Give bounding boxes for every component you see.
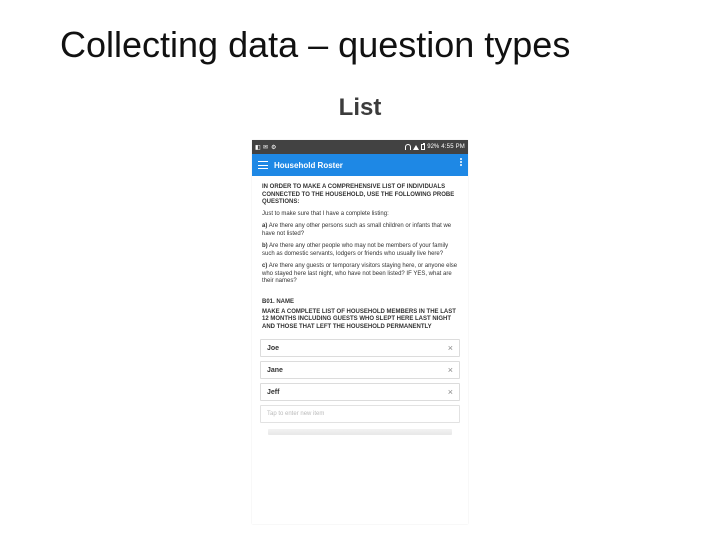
list-item[interactable]: Joe × xyxy=(260,339,460,357)
instructions-block: IN ORDER TO MAKE A COMPREHENSIVE LIST OF… xyxy=(252,176,468,295)
add-item-input[interactable]: Tap to enter new item xyxy=(260,405,460,423)
add-item-placeholder: Tap to enter new item xyxy=(267,411,324,417)
phone-screen: ◧ ✉ ⚙ 92% 4:55 PM Household Roster IN OR… xyxy=(252,140,468,524)
slide-title: Collecting data – question types xyxy=(60,24,570,66)
list-item-name: Joe xyxy=(267,345,279,352)
probe-c-label: c) xyxy=(262,263,267,269)
list-item-name: Jeff xyxy=(267,389,279,396)
wifi-icon xyxy=(405,144,411,150)
probe-b: b) Are there any other people who may no… xyxy=(262,243,458,258)
app-bar-title: Household Roster xyxy=(274,161,343,170)
notification-icon: ⚙ xyxy=(271,144,277,150)
question-number: B01. NAME xyxy=(262,299,458,305)
probe-a: a) Are there any other persons such as s… xyxy=(262,223,458,238)
list-item[interactable]: Jane × xyxy=(260,361,460,379)
battery-percent: 92% xyxy=(427,144,439,150)
signal-icon xyxy=(413,145,419,150)
slide: Collecting data – question types List ◧ … xyxy=(0,0,720,540)
instructions-intro: IN ORDER TO MAKE A COMPREHENSIVE LIST OF… xyxy=(262,184,458,207)
footer-bar xyxy=(268,429,452,435)
slide-subtitle: List xyxy=(0,94,720,122)
notification-icon: ✉ xyxy=(263,144,269,150)
close-icon[interactable]: × xyxy=(448,344,453,353)
battery-icon xyxy=(421,144,425,150)
probe-c-text: Are there any guests or temporary visito… xyxy=(262,263,457,284)
question-text: MAKE A COMPLETE LIST OF HOUSEHOLD MEMBER… xyxy=(262,309,458,332)
probe-a-label: a) xyxy=(262,223,267,229)
probe-b-text: Are there any other people who may not b… xyxy=(262,243,448,257)
status-left-icons: ◧ ✉ ⚙ xyxy=(255,144,277,150)
probe-a-text: Are there any other persons such as smal… xyxy=(262,223,451,237)
probe-c: c) Are there any guests or temporary vis… xyxy=(262,263,458,286)
instructions-lead: Just to make sure that I have a complete… xyxy=(262,211,458,219)
android-status-bar: ◧ ✉ ⚙ 92% 4:55 PM xyxy=(252,140,468,154)
list-item-name: Jane xyxy=(267,367,283,374)
probe-b-label: b) xyxy=(262,243,268,249)
menu-icon[interactable] xyxy=(258,161,268,169)
status-clock: 4:55 PM xyxy=(441,144,465,150)
question-section: B01. NAME MAKE A COMPLETE LIST OF HOUSEH… xyxy=(252,295,468,332)
overflow-icon[interactable] xyxy=(460,158,462,166)
app-bar: Household Roster xyxy=(252,154,468,176)
notification-icon: ◧ xyxy=(255,144,261,150)
list-item[interactable]: Jeff × xyxy=(260,383,460,401)
list-items: Joe × Jane × Jeff × Tap to enter new ite… xyxy=(252,339,468,435)
close-icon[interactable]: × xyxy=(448,388,453,397)
status-right-icons: 92% 4:55 PM xyxy=(405,144,465,150)
close-icon[interactable]: × xyxy=(448,366,453,375)
